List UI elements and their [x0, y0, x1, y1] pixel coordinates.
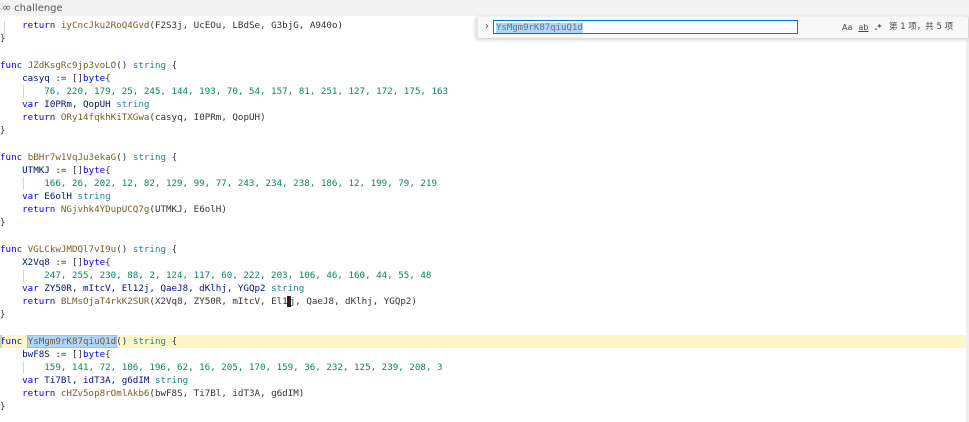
code-line: 166, 26, 202, 12, 82, 129, 99, 77, 243, …	[44, 178, 437, 189]
gutter-change-marker	[0, 335, 2, 348]
tab-bar: ∞ challenge	[0, 0, 969, 16]
code-line: 159, 141, 72, 106, 196, 62, 16, 205, 170…	[44, 362, 443, 373]
indent-guide	[23, 269, 24, 282]
code-line: UTMKJ := []byte{	[22, 165, 111, 176]
code-line: }	[0, 125, 6, 136]
tab-challenge[interactable]: ∞ challenge	[2, 1, 63, 15]
code-line: return NGjvhk4YDupUCQ7g(UTMKJ, E6olH)	[22, 204, 227, 215]
indent-guide	[23, 361, 24, 374]
code-line: var Ti7Bl, idT3A, g6dIM string	[22, 375, 189, 386]
code-line: }	[0, 401, 6, 412]
code-line: var E6olH string	[22, 191, 111, 202]
use-regex-button[interactable]: .*	[874, 22, 881, 34]
match-case-button[interactable]: Aa	[842, 22, 852, 34]
code-line: var I0PRm, QopUH string	[22, 99, 150, 110]
code-editor[interactable]: return iyCncJku2RoQ4Gvd(F2S3j, UcEOu, LB…	[0, 16, 969, 422]
code-line: return cHZv5op8rOmlAkb6(bwF8S, Ti7Bl, id…	[22, 388, 305, 399]
code-line: }	[0, 217, 6, 228]
code-line: }	[0, 309, 6, 320]
find-query-text: YsMgm9rK87qiuQ1d	[496, 23, 583, 33]
find-match-highlight: YsMgm9rK87qiuQ1d	[26, 335, 118, 348]
code-line: casyq := []byte{	[22, 73, 111, 84]
find-input[interactable]: YsMgm9rK87qiuQ1d	[493, 20, 798, 34]
find-options: Aa ab .*	[842, 22, 882, 34]
find-result-count: 第 1 项，共 5 项	[889, 22, 954, 32]
code-line-current: func YsMgm9rK87qiuQ1d() string {	[0, 335, 969, 348]
code-line: return BLMsOjaT4rkK2SUR(X2Vq8, ZY50R, mI…	[22, 296, 417, 307]
indent-guide	[23, 85, 24, 98]
code-line: 247, 255, 230, 88, 2, 124, 117, 60, 222,…	[44, 270, 432, 281]
code-line: var ZY50R, mItcV, El12j, QaeJ8, dKlhj, Y…	[22, 283, 305, 294]
find-widget: › YsMgm9rK87qiuQ1d Aa ab .* 第 1 项，共 5 项	[476, 17, 968, 38]
infinity-icon: ∞	[2, 1, 12, 14]
code-line: return ORy14fqkhKiTXGwa(casyq, I0PRm, Qo…	[22, 112, 266, 123]
toggle-replace-chevron-icon[interactable]: ›	[481, 20, 493, 34]
code-line: func VGLCkwJMDQl7vI9u() string {	[0, 244, 178, 255]
code-line: func JZdKsgRc9jp3voLO() string {	[0, 60, 178, 71]
code-line: 76, 220, 179, 25, 245, 144, 193, 70, 54,…	[44, 86, 449, 97]
indent-guide	[23, 177, 24, 190]
match-whole-word-button[interactable]: ab	[858, 22, 868, 34]
tab-label: challenge	[14, 2, 63, 14]
code-line: func bBHr7w1VqJu3ekaG() string {	[0, 152, 178, 163]
code-line: bwF8S := []byte{	[22, 349, 111, 360]
code-line: X2Vq8 := []byte{	[22, 257, 111, 268]
